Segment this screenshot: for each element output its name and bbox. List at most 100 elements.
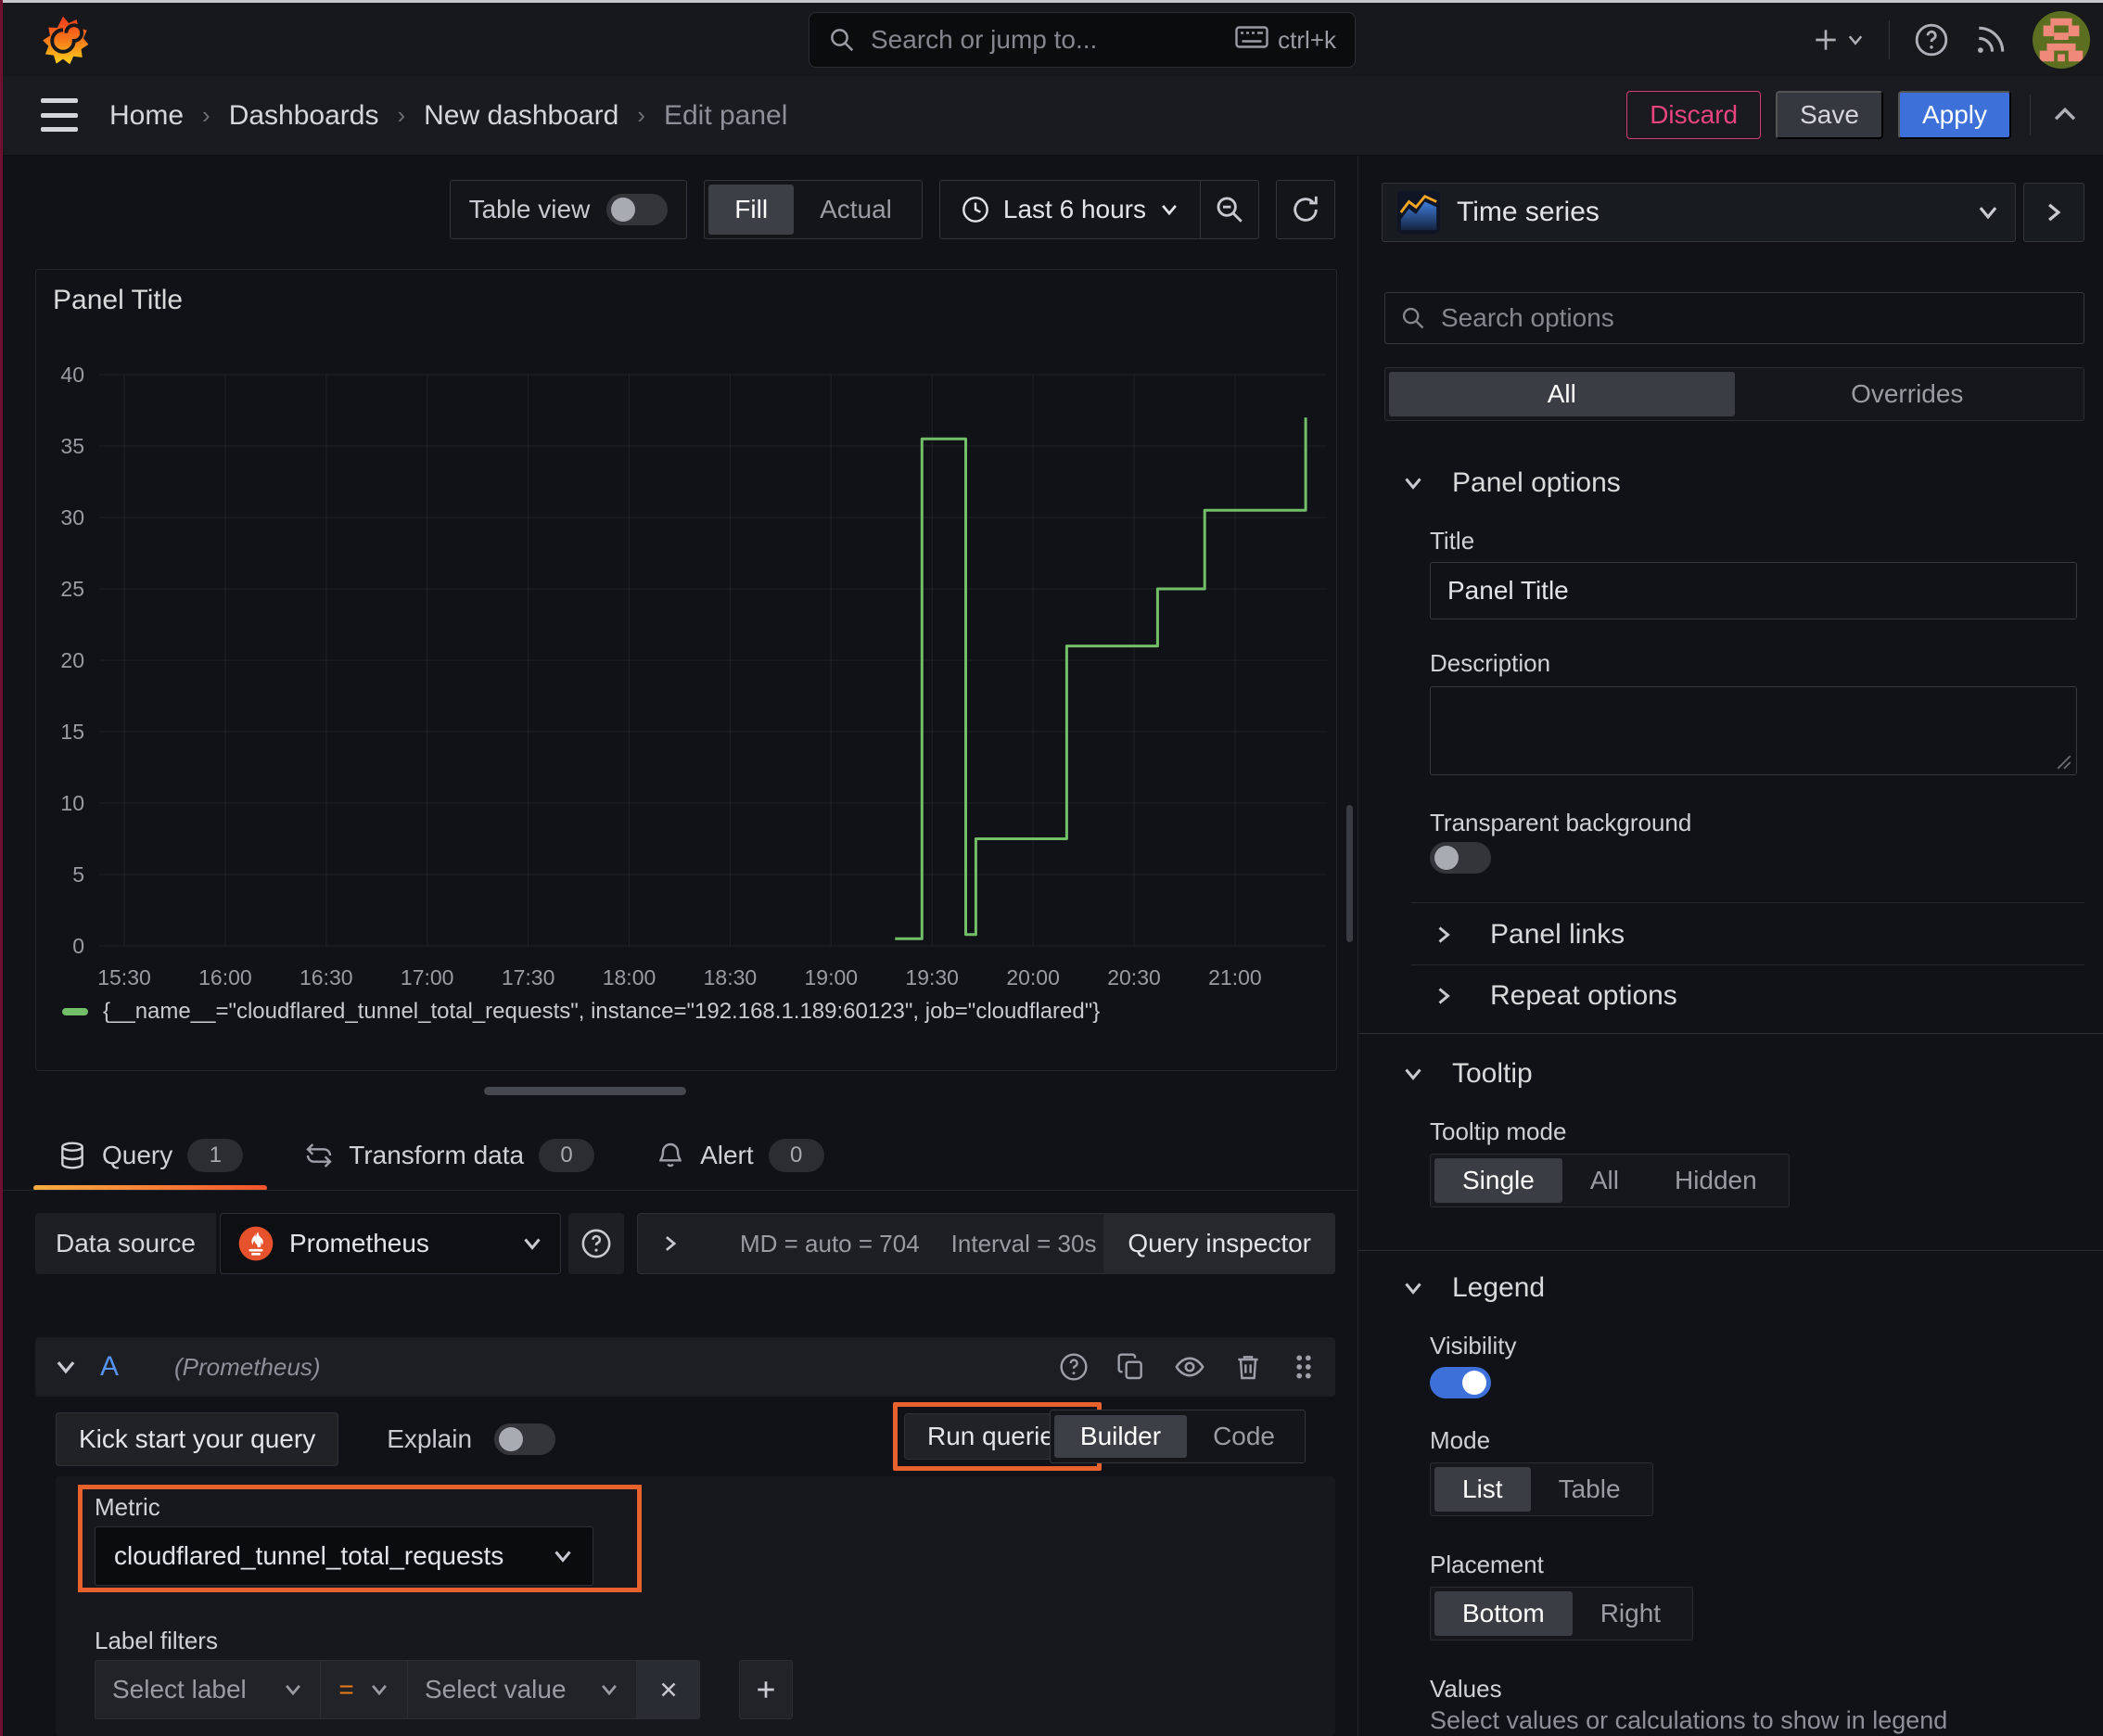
explain-toggle[interactable] [494,1423,556,1455]
svg-text:16:00: 16:00 [198,965,252,989]
remove-filter-button[interactable] [637,1660,700,1719]
breadcrumb-dashboards[interactable]: Dashboards [229,100,379,132]
grafana-logo-icon[interactable] [37,14,89,68]
tooltip-mode-all[interactable]: All [1562,1158,1647,1203]
chevron-right-icon [2048,203,2061,222]
scrollbar-thumb[interactable] [1346,805,1353,942]
drag-handle-icon[interactable] [1291,1352,1317,1382]
panel-view-toolbar: Table view Fill Actual Last 6 hours [449,180,1335,239]
legend-series-label[interactable]: {__name__="cloudflared_tunnel_total_requ… [103,999,1100,1025]
actual-option[interactable]: Actual [794,185,918,235]
select-value-dropdown[interactable]: Select value [408,1660,637,1719]
topbar-divider [1889,19,1890,59]
collapse-options-pane-button[interactable] [2023,183,2084,242]
keyboard-icon [1235,25,1268,56]
metric-select[interactable]: cloudflared_tunnel_total_requests [95,1526,593,1586]
query-options-summary[interactable]: MD = auto = 704 Interval = 30s Query ins… [636,1213,1335,1274]
query-row-header[interactable]: A (Prometheus) [35,1337,1335,1397]
legend-mode-segmented: List Table [1430,1462,1653,1516]
legend-mode-list[interactable]: List [1434,1467,1531,1512]
clock-icon [962,197,988,223]
tab-transform-count: 0 [539,1139,595,1172]
tab-alert-count: 0 [768,1139,824,1172]
legend-heading[interactable]: Legend [1402,1272,1545,1304]
builder-option[interactable]: Builder [1053,1415,1188,1458]
query-ref-id: A [100,1351,120,1382]
time-series-chart[interactable]: 40 35 30 25 20 15 10 5 0 15:30 16:00 16:30 17:00 17:3… [47,344,1327,993]
code-option[interactable]: Code [1187,1415,1301,1458]
legend-mode-table[interactable]: Table [1531,1467,1649,1512]
duplicate-query-icon[interactable] [1116,1352,1146,1382]
panel-title: Panel Title [53,285,184,315]
tooltip-heading[interactable]: Tooltip [1402,1058,1533,1090]
save-button[interactable]: Save [1776,91,1883,139]
kick-start-button[interactable]: Kick start your query [56,1412,339,1466]
new-menu-button[interactable] [1811,25,1865,55]
datasource-help-button[interactable] [567,1213,624,1274]
discard-button[interactable]: Discard [1626,91,1762,139]
hide-query-icon[interactable] [1174,1351,1205,1383]
options-tab-all[interactable]: All [1389,372,1735,416]
svg-text:18:30: 18:30 [704,965,758,989]
global-search[interactable]: ctrl+k [809,12,1356,68]
chevron-down-icon [1848,34,1863,45]
legend-placement-right[interactable]: Right [1573,1591,1689,1636]
query-help-icon[interactable] [1059,1352,1089,1382]
select-label-dropdown[interactable]: Select label [95,1660,321,1719]
chevron-down-icon[interactable] [54,1355,78,1379]
breadcrumb-home[interactable]: Home [109,100,184,132]
chart-legend[interactable]: {__name__="cloudflared_tunnel_total_requ… [62,999,1100,1025]
panel-options-heading[interactable]: Panel options [1402,467,1621,499]
time-range-picker[interactable]: Last 6 hours [940,181,1200,238]
svg-text:5: 5 [72,862,84,887]
time-range-control: Last 6 hours [938,180,1259,239]
tab-query[interactable]: Query 1 [33,1120,268,1191]
query-actions-row: Kick start your query Explain Run querie… [56,1402,1335,1471]
chevron-down-icon [554,1551,571,1563]
refresh-button[interactable] [1277,181,1334,238]
user-avatar[interactable] [2033,10,2090,69]
options-search-input[interactable] [1439,302,2069,334]
search-icon [828,26,856,54]
svg-text:17:00: 17:00 [401,965,454,989]
breadcrumb-new-dashboard[interactable]: New dashboard [424,100,618,132]
legend-visibility-toggle[interactable] [1430,1367,1491,1398]
select-label-placeholder: Select label [112,1675,247,1704]
tab-transform[interactable]: Transform data 0 [280,1120,618,1191]
apply-button[interactable]: Apply [1897,91,2011,139]
table-view-label: Table view [468,195,591,223]
resize-corner-icon[interactable] [2056,754,2072,771]
svg-text:18:00: 18:00 [603,965,656,989]
datasource-name: Prometheus [288,1229,429,1257]
options-search-box[interactable] [1384,292,2084,344]
tooltip-mode-single[interactable]: Single [1434,1158,1562,1203]
visualization-picker[interactable]: Time series [1382,183,2016,242]
menu-toggle-button[interactable] [41,98,78,132]
tooltip-mode-hidden[interactable]: Hidden [1647,1158,1785,1203]
chevron-down-icon [1162,204,1177,216]
builder-code-segmented: Builder Code [1049,1410,1306,1463]
options-tab-overrides[interactable]: Overrides [1735,372,2081,416]
delete-query-icon[interactable] [1233,1352,1263,1382]
panel-resize-handle[interactable] [484,1087,686,1095]
panel-links-section[interactable]: Panel links [1433,916,1625,953]
query-inspector-button[interactable]: Query inspector [1103,1213,1335,1274]
news-rss-button[interactable] [1973,22,2008,57]
tab-alert[interactable]: Alert 0 [631,1120,848,1191]
panel-preview[interactable]: Panel Title 40 35 30 25 20 15 10 5 0 15:30 16:00 16… [35,269,1337,1071]
operator-dropdown[interactable]: = [321,1660,408,1719]
search-input[interactable] [869,24,1223,56]
repeat-options-section[interactable]: Repeat options [1433,977,1677,1015]
breadcrumb-separator: › [637,101,645,129]
datasource-picker[interactable]: Prometheus [219,1213,561,1274]
add-filter-button[interactable] [739,1660,793,1719]
chevron-up-icon[interactable] [2049,99,2081,131]
table-view-toggle[interactable] [606,194,669,225]
help-button[interactable] [1914,22,1949,57]
zoom-out-button[interactable] [1201,181,1258,238]
fill-option[interactable]: Fill [708,185,795,235]
transparent-background-toggle[interactable] [1430,842,1491,874]
panel-title-input[interactable] [1430,562,2077,619]
description-textarea[interactable] [1430,686,2077,775]
legend-placement-bottom[interactable]: Bottom [1434,1591,1573,1636]
